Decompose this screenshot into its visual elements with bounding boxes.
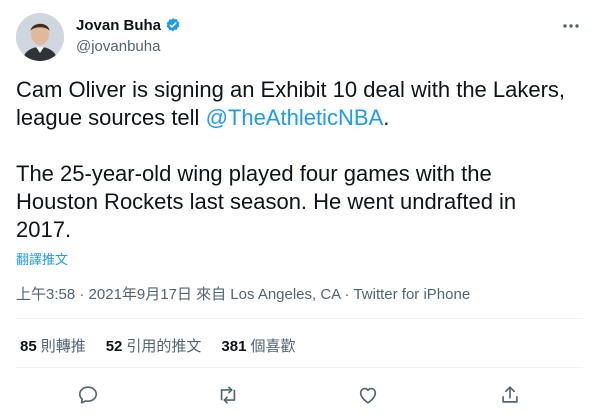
- author-block: Jovan Buha @jovanbuha: [76, 15, 181, 55]
- reply-icon[interactable]: [75, 382, 101, 408]
- divider: [16, 318, 583, 319]
- verified-badge-icon: [165, 17, 181, 33]
- author-handle[interactable]: @jovanbuha: [76, 38, 181, 55]
- tweet-date[interactable]: 2021年9月17日: [89, 286, 192, 303]
- tweet-time[interactable]: 上午3:58: [16, 286, 75, 303]
- tweet-paragraph-1: Cam Oliver is signing an Exhibit 10 deal…: [16, 76, 576, 132]
- tweet-source[interactable]: Twitter for iPhone: [353, 286, 470, 303]
- quote-tweets-stat[interactable]: 52 引用的推文: [106, 335, 202, 356]
- mention-link[interactable]: @TheAthleticNBA: [206, 105, 384, 130]
- likes-stat[interactable]: 381 個喜歡: [221, 335, 295, 356]
- quote-tweets-count: 52: [105, 338, 123, 355]
- more-options-icon[interactable]: [560, 16, 582, 36]
- tweet-text-part: .: [383, 105, 390, 130]
- meta-separator: ·: [340, 286, 354, 303]
- share-icon[interactable]: [497, 382, 523, 408]
- author-name[interactable]: Jovan Buha: [76, 17, 161, 34]
- tweet-text: Cam Oliver is signing an Exhibit 10 deal…: [16, 76, 576, 244]
- like-icon[interactable]: [355, 382, 381, 408]
- avatar[interactable]: [16, 13, 64, 61]
- translate-tweet-link[interactable]: 翻譯推文: [16, 249, 68, 268]
- tweet-metadata: 上午3:58 · 2021年9月17日 來自 Los Angeles, CA ·…: [16, 283, 470, 304]
- tweet-stats: 85 則轉推 52 引用的推文 381 個喜歡: [20, 335, 315, 356]
- tweet-location[interactable]: 來自 Los Angeles, CA: [192, 286, 340, 303]
- tweet-detail: Jovan Buha @jovanbuha Cam Oliver is sign…: [0, 0, 599, 418]
- meta-separator: ·: [75, 286, 89, 303]
- tweet-paragraph-2: The 25-year-old wing played four games w…: [16, 161, 517, 242]
- retweets-label: 則轉推: [40, 338, 86, 355]
- retweet-icon[interactable]: [215, 382, 241, 408]
- retweets-stat[interactable]: 85 則轉推: [20, 335, 86, 356]
- action-bar: [0, 380, 599, 410]
- divider: [16, 367, 583, 368]
- likes-count: 381: [221, 338, 247, 355]
- likes-label: 個喜歡: [250, 338, 296, 355]
- retweets-count: 85: [20, 338, 37, 355]
- quote-tweets-label: 引用的推文: [126, 338, 202, 355]
